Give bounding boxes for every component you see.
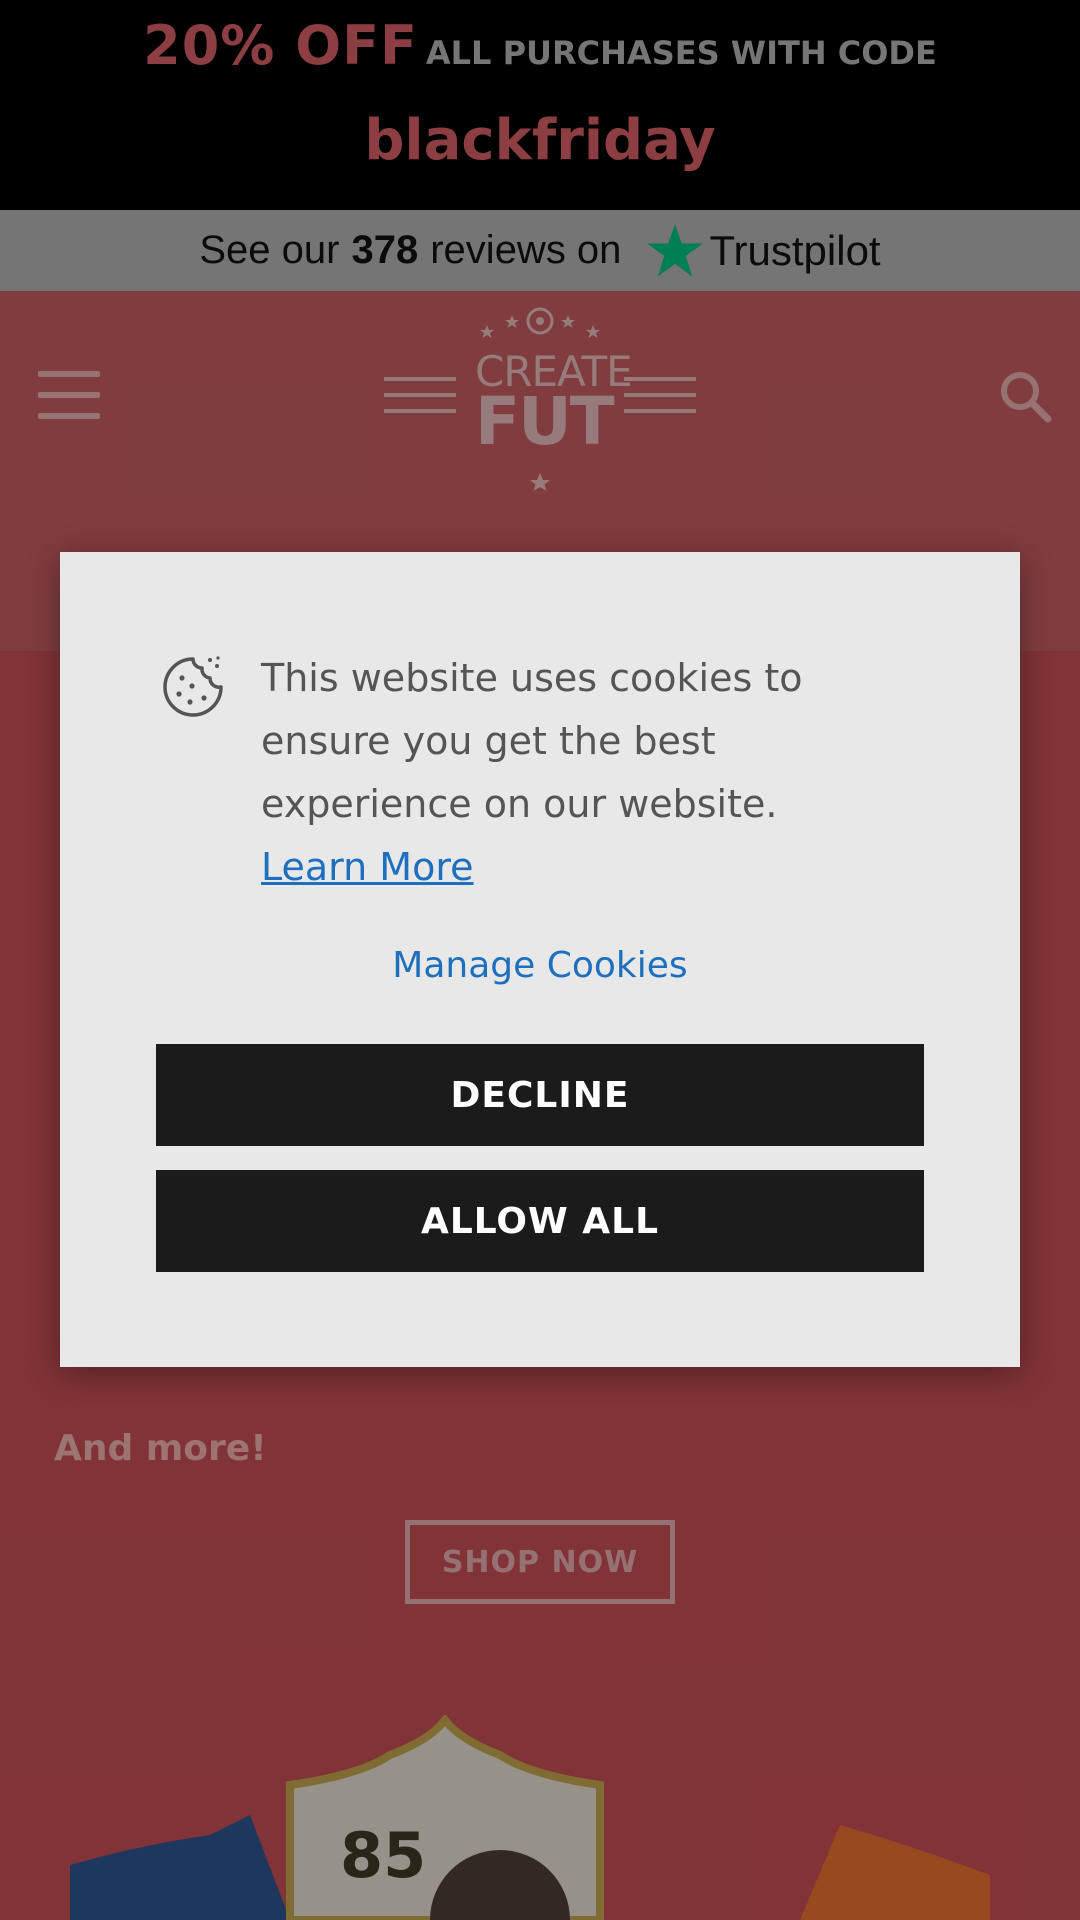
allow-all-button[interactable]: ALLOW ALL <box>156 1170 924 1272</box>
decline-button[interactable]: DECLINE <box>156 1044 924 1146</box>
cookie-message: This website uses cookies to ensure you … <box>261 656 803 826</box>
cookie-icon <box>163 656 223 717</box>
cookie-consent-dialog: This website uses cookies to ensure you … <box>60 552 1020 1367</box>
learn-more-link[interactable]: Learn More <box>261 836 474 899</box>
manage-cookies-link[interactable]: Manage Cookies <box>60 945 1020 986</box>
